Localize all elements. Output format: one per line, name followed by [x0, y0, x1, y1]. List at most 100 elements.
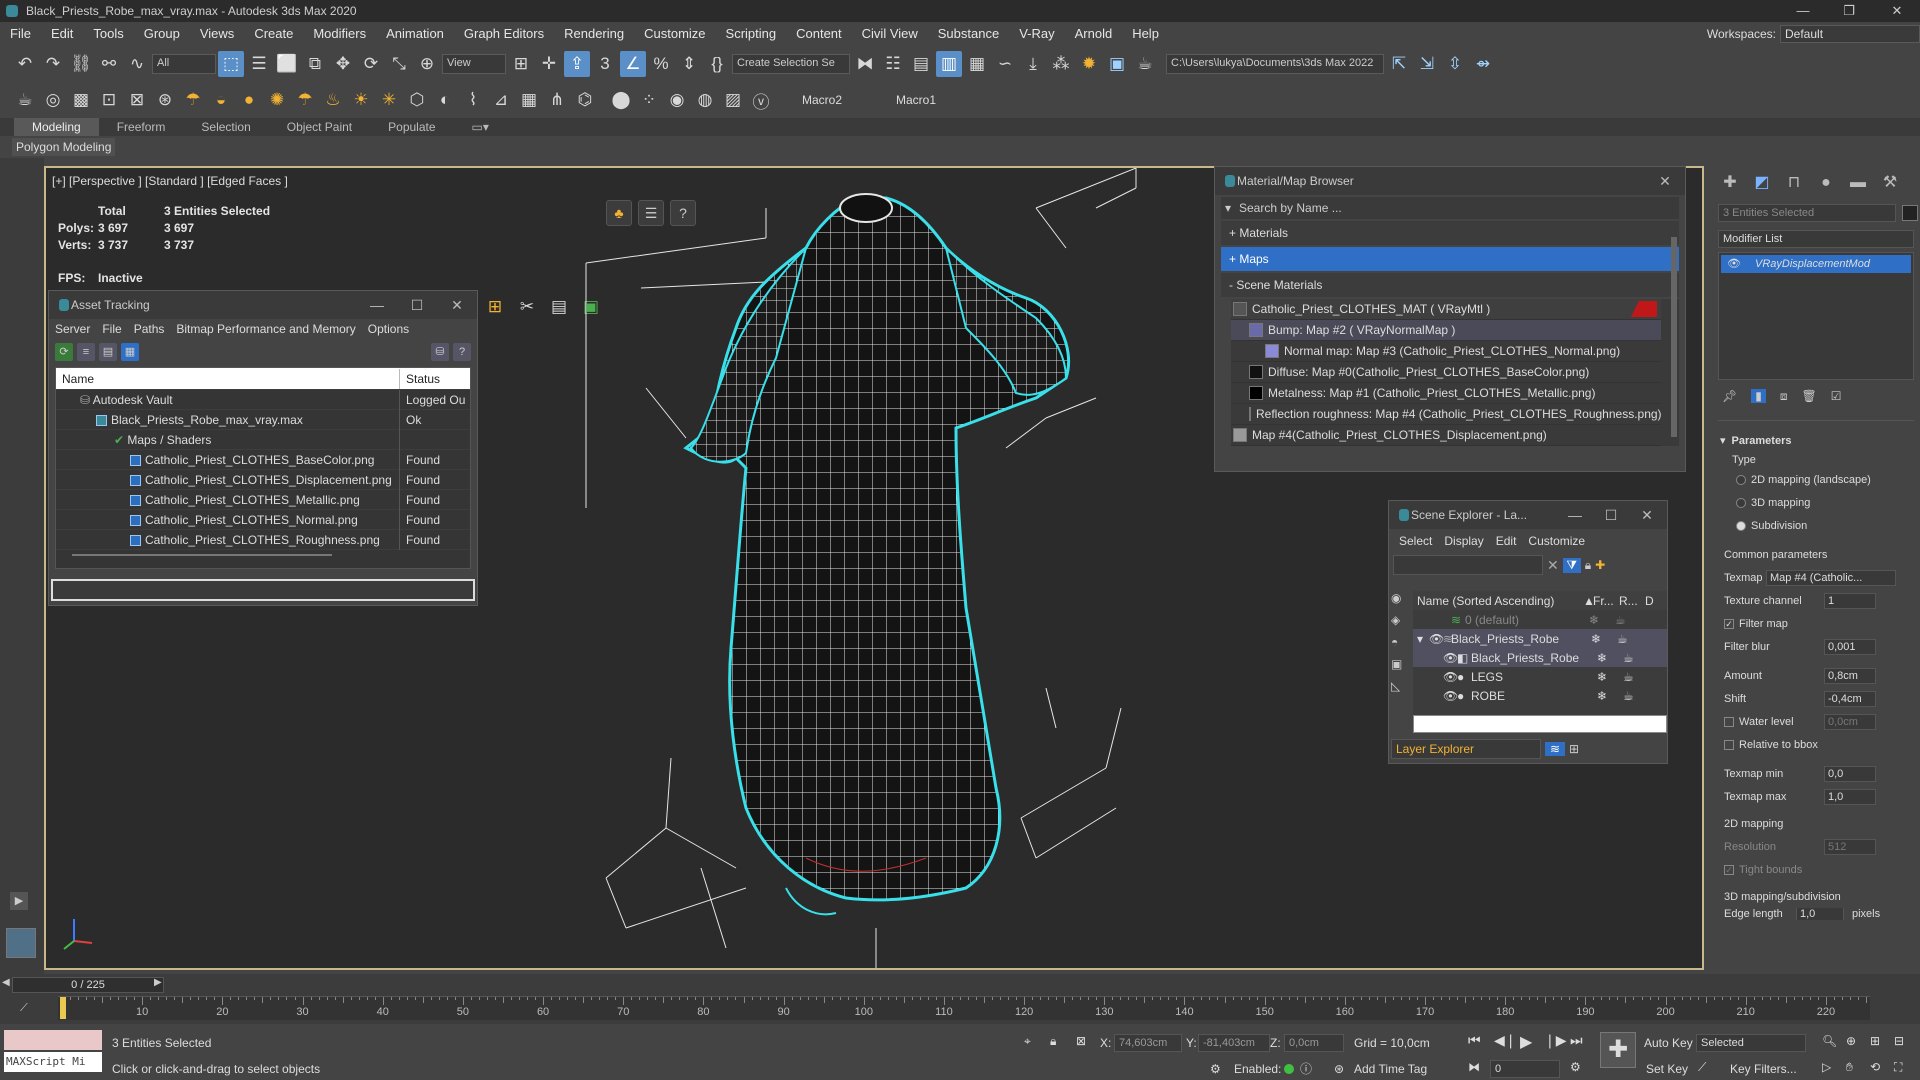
render-icon[interactable]: ☕	[1623, 670, 1634, 684]
selection-filter-dropdown[interactable]: All	[152, 54, 216, 74]
menu-content[interactable]: Content	[786, 22, 852, 46]
pin-stack-icon[interactable]: 📌︎	[1722, 389, 1737, 403]
asset-menu-paths[interactable]: Paths	[128, 322, 171, 336]
current-frame-field[interactable]: 0	[1490, 1060, 1560, 1078]
configure-sets-icon[interactable]: ☑	[1831, 389, 1842, 403]
minimize-button[interactable]: —	[1780, 0, 1826, 22]
asset-hscrollbar[interactable]	[72, 554, 332, 564]
menu-arnold[interactable]: Arnold	[1065, 22, 1123, 46]
curve-editor-mini-icon[interactable]: ⟋	[20, 1002, 28, 1015]
texmap-button[interactable]: Map #4 (Catholic...	[1766, 569, 1896, 586]
project-path-dropdown[interactable]: C:\Users\lukya\Documents\3ds Max 2022	[1166, 54, 1384, 74]
project-options-icon[interactable]: ⇴	[1470, 51, 1496, 77]
mesh-light-icon[interactable]: ♨	[320, 87, 346, 113]
se-maximize-button[interactable]: ☐	[1591, 501, 1631, 529]
render-production-icon[interactable]: ☕	[1132, 51, 1158, 77]
se-menu-edit[interactable]: Edit	[1490, 534, 1523, 548]
box-icon[interactable]: ▩	[68, 87, 94, 113]
asset-menu-file[interactable]: File	[96, 322, 127, 336]
info-icon[interactable]: ⓘ	[1300, 1060, 1312, 1077]
curve-editor-icon[interactable]: ∽	[992, 51, 1018, 77]
bind-space-warp-icon[interactable]: ∿	[124, 51, 150, 77]
menu-graph-editors[interactable]: Graph Editors	[454, 22, 554, 46]
table-row[interactable]: Catholic_Priest_CLOTHES_Roughness.png Fou…	[56, 529, 470, 550]
tree-row[interactable]: ≋ 0 (default) ❄ ☕	[1413, 610, 1667, 629]
se-col-name[interactable]: Name (Sorted Ascending)	[1413, 594, 1583, 608]
maxscript-listener[interactable]	[4, 1030, 102, 1050]
mmb-section-materials[interactable]: + Materials	[1221, 221, 1679, 245]
table-row[interactable]: Black_Priests_Robe_max_vray.max Ok	[56, 409, 470, 430]
se-add-layer-icon[interactable]: ✚	[1595, 558, 1605, 572]
macro2-button[interactable]: Macro2	[802, 93, 842, 107]
list-item[interactable]: Reflection roughness: Map #4 (Catholic_P…	[1231, 404, 1661, 425]
utilities-tab-icon[interactable]: ⚒	[1880, 173, 1900, 193]
se-filter-icon[interactable]: ⧩	[1562, 557, 1581, 573]
render-setup-icon[interactable]: ✹	[1076, 51, 1102, 77]
se-col-fr[interactable]: Fr...	[1593, 594, 1619, 608]
texmap-min-spinner[interactable]: 0,0	[1824, 765, 1876, 782]
table-view-icon[interactable]: ▦	[121, 343, 139, 361]
maximize-viewport-icon[interactable]: ⛶	[1894, 1060, 1902, 1075]
fur-icon[interactable]: ⌇	[460, 87, 486, 113]
remove-modifier-icon[interactable]: 🗑︎	[1801, 389, 1816, 403]
se-display-helpers-icon[interactable]: ◺	[1391, 679, 1411, 701]
absolute-mode-icon[interactable]: ⊠	[1076, 1034, 1086, 1048]
time-prev-icon[interactable]: ◀	[2, 977, 12, 988]
set-key-big-icon[interactable]: ✚	[1600, 1032, 1636, 1068]
menu-modifiers[interactable]: Modifiers	[303, 22, 376, 46]
x-coordinate-field[interactable]: 74,603cm	[1114, 1034, 1182, 1052]
time-next-icon[interactable]: ▶	[154, 977, 164, 988]
asset-menu-options[interactable]: Options	[362, 322, 415, 336]
zoom-all-icon[interactable]: ⊕	[1846, 1034, 1856, 1048]
menu-edit[interactable]: Edit	[41, 22, 83, 46]
rendered-frame-window-icon[interactable]: ▣	[1104, 51, 1130, 77]
mirror-icon[interactable]: ⧓	[852, 51, 878, 77]
asset-col-status[interactable]: Status	[400, 372, 470, 386]
se-clear-search-icon[interactable]: ✕	[1547, 557, 1559, 574]
render-icon[interactable]: ☕	[1617, 632, 1628, 646]
time-config-icon[interactable]: ⚙	[1570, 1060, 1581, 1074]
proxy-icon[interactable]: ⬡	[404, 87, 430, 113]
redo-icon[interactable]: ↷	[40, 51, 66, 77]
scene-explorer-titlebar[interactable]: Scene Explorer - La... — ☐ ✕	[1389, 501, 1667, 529]
list-item[interactable]: Diffuse: Map #0(Catholic_Priest_CLOTHES_…	[1231, 362, 1661, 383]
open-folder-icon[interactable]: ⇲	[1414, 51, 1440, 77]
named-selection-dropdown[interactable]: Create Selection Se	[732, 54, 850, 74]
tree-row[interactable]: 👁︎ ◧ Black_Priests_Robe ❄ ☕	[1413, 648, 1667, 667]
asset-col-name[interactable]: Name	[56, 368, 400, 389]
se-display-lights-icon[interactable]: ◓	[1391, 635, 1411, 657]
tab-populate[interactable]: Populate	[370, 118, 453, 136]
radio-subdivision[interactable]: Subdivision	[1712, 514, 1920, 537]
create-tab-icon[interactable]: ✚	[1720, 173, 1740, 193]
se-hscrollbar[interactable]	[1413, 715, 1667, 733]
percent-snap-icon[interactable]: %	[648, 51, 674, 77]
se-col-r[interactable]: R...	[1619, 594, 1645, 608]
water-level-spinner[interactable]: 0,0cm	[1824, 713, 1876, 730]
list-item[interactable]: Bump: Map #2 ( VRayNormalMap )	[1231, 320, 1661, 341]
menu-tools[interactable]: Tools	[83, 22, 133, 46]
ies-light-icon[interactable]: ✺	[264, 87, 290, 113]
z-coordinate-field[interactable]: 0,0cm	[1284, 1034, 1344, 1052]
display-tab-icon[interactable]: ▬	[1848, 173, 1868, 193]
material-library-icon[interactable]: ◉	[664, 87, 690, 113]
refresh-icon[interactable]: ⟳	[55, 343, 73, 361]
table-row[interactable]: Catholic_Priest_CLOTHES_Metallic.png Foun…	[56, 489, 470, 510]
se-menu-customize[interactable]: Customize	[1522, 534, 1591, 548]
freeze-icon[interactable]: ❄	[1589, 613, 1615, 627]
mmb-search-dropdown-icon[interactable]: ▾	[1225, 197, 1231, 219]
prev-frame-icon[interactable]: ◀❘	[1494, 1032, 1517, 1049]
table-row[interactable]: Catholic_Priest_CLOTHES_Normal.png Found	[56, 509, 470, 530]
grass-icon[interactable]: ⋔	[544, 87, 570, 113]
se-display-cameras-icon[interactable]: ▣	[1391, 657, 1411, 679]
modifier-stack-item[interactable]: 👁︎ VRayDisplacementMod	[1721, 255, 1911, 273]
scene-explorer-icon[interactable]: ▥	[936, 51, 962, 77]
key-filter-dropdown[interactable]: Selected	[1696, 1034, 1806, 1052]
ribbon-options-icon[interactable]: ▭▾	[454, 118, 507, 136]
viewport-layout-icon[interactable]	[6, 928, 36, 958]
align-icon[interactable]: ☷	[880, 51, 906, 77]
menu-create[interactable]: Create	[244, 22, 303, 46]
orbit-icon[interactable]: ⟲	[1870, 1060, 1880, 1074]
spot-light-icon[interactable]: ☂	[292, 87, 318, 113]
zoom-extents-all-icon[interactable]: ⊟	[1894, 1034, 1904, 1048]
rect-selection-icon[interactable]: ⬜	[274, 51, 300, 77]
